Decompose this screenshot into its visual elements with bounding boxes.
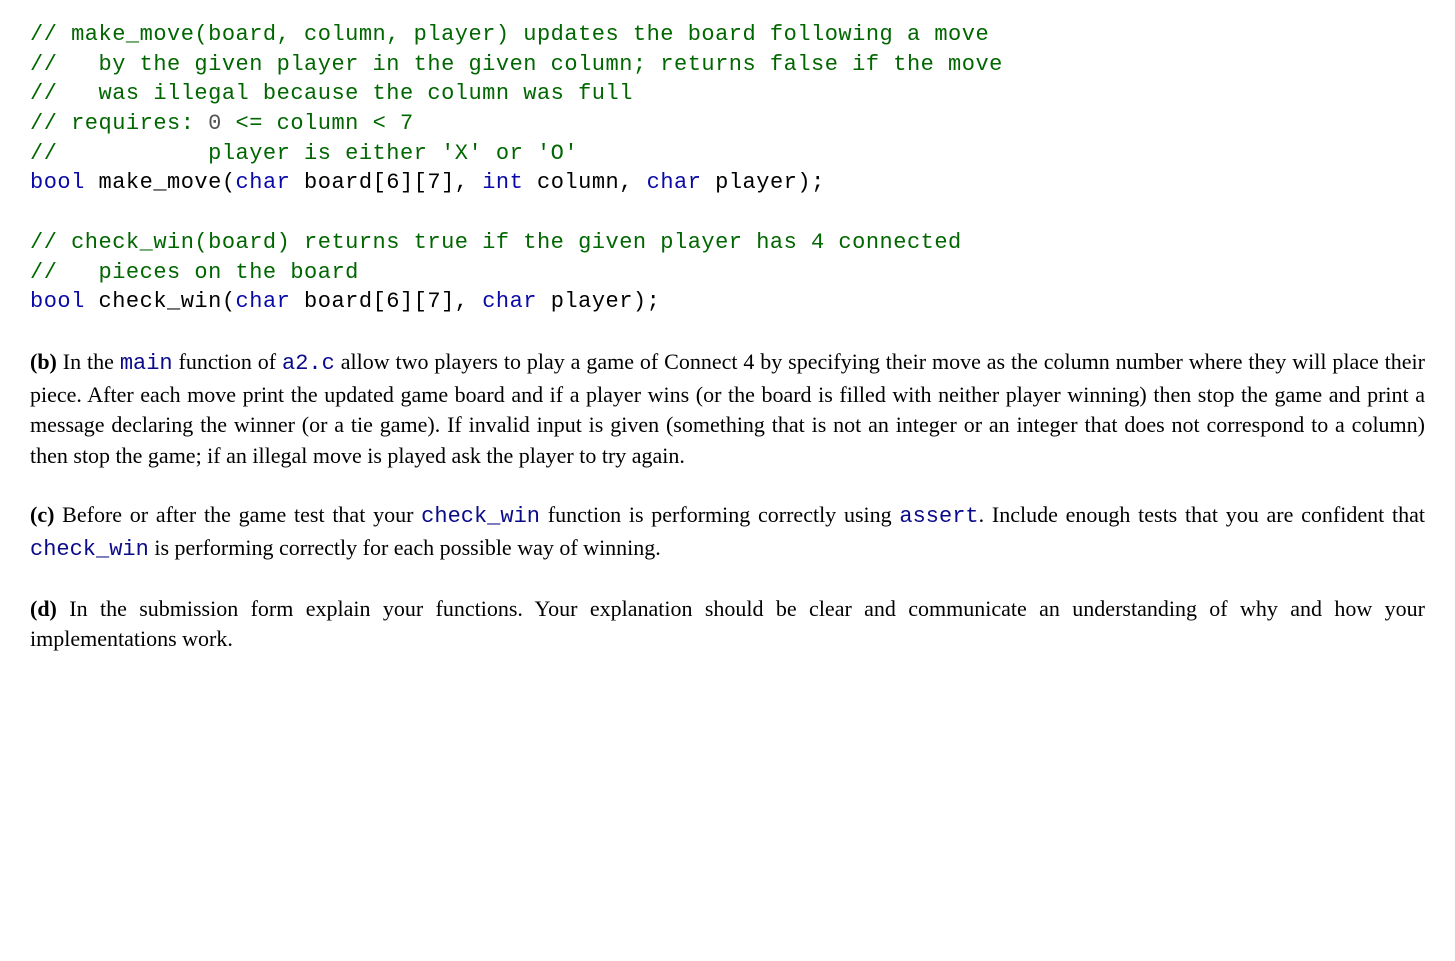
body-text: Before or after the game test that your xyxy=(54,502,421,527)
comment-line: // player is either 'X' or 'O' xyxy=(30,141,578,166)
inline-code-checkwin: check_win xyxy=(30,537,149,562)
code-text: make_move( xyxy=(85,170,236,195)
comment-line: // pieces on the board xyxy=(30,260,359,285)
comment-line: // make_move(board, column, player) upda… xyxy=(30,22,989,47)
keyword-char: char xyxy=(647,170,702,195)
keyword-bool: bool xyxy=(30,170,85,195)
function-decl: bool make_move(char board[6][7], int col… xyxy=(30,170,825,195)
comment-line: // requires: 0 <= column < 7 xyxy=(30,111,414,136)
inline-code-main: main xyxy=(120,351,173,376)
comment-line: // by the given player in the given colu… xyxy=(30,52,1003,77)
part-label: (b) xyxy=(30,349,57,374)
keyword-char: char xyxy=(236,170,291,195)
function-decl: bool check_win(char board[6][7], char pl… xyxy=(30,289,660,314)
keyword-char: char xyxy=(236,289,291,314)
inline-code-assert: assert xyxy=(899,504,978,529)
code-text: check_win( xyxy=(85,289,236,314)
body-text: In the xyxy=(57,349,120,374)
code-text: board[6][7], xyxy=(290,170,482,195)
body-text: function of xyxy=(173,349,282,374)
part-b: (b) In the main function of a2.c allow t… xyxy=(30,347,1425,472)
number-literal: 0 xyxy=(208,111,222,136)
comment-part: // requires: xyxy=(30,111,208,136)
code-text: player); xyxy=(701,170,824,195)
inline-code-a2c: a2.c xyxy=(282,351,335,376)
code-text: column, xyxy=(523,170,646,195)
keyword-bool: bool xyxy=(30,289,85,314)
body-text: is performing correctly for each possibl… xyxy=(149,535,661,560)
code-text: board[6][7], xyxy=(290,289,482,314)
keyword-int: int xyxy=(482,170,523,195)
comment-line: // check_win(board) returns true if the … xyxy=(30,230,962,255)
comment-part: <= column < 7 xyxy=(222,111,414,136)
part-label: (c) xyxy=(30,502,54,527)
part-d: (d) In the submission form explain your … xyxy=(30,594,1425,656)
part-c: (c) Before or after the game test that y… xyxy=(30,500,1425,566)
body-text: In the submission form explain your func… xyxy=(30,596,1425,652)
part-label: (d) xyxy=(30,596,57,621)
comment-line: // was illegal because the column was fu… xyxy=(30,81,633,106)
body-text: function is performing correctly using xyxy=(540,502,899,527)
body-text: . Include enough tests that you are conf… xyxy=(979,502,1425,527)
code-block: // make_move(board, column, player) upda… xyxy=(30,20,1425,317)
code-text: player); xyxy=(537,289,660,314)
inline-code-checkwin: check_win xyxy=(421,504,540,529)
keyword-char: char xyxy=(482,289,537,314)
